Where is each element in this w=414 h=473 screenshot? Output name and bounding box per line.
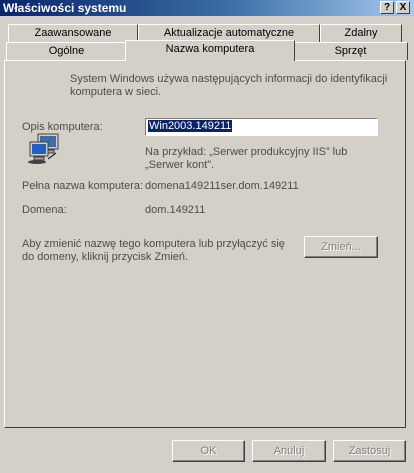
tab-ogolne[interactable]: Ogólne xyxy=(6,42,127,60)
cancel-button[interactable]: Anuluj xyxy=(252,440,326,462)
change-text-line2: do domeny, kliknij przycisk Zmień. xyxy=(22,251,189,263)
info-text-line2: komputera w sieci. xyxy=(70,86,162,98)
domain-value: dom.149211 xyxy=(145,204,206,216)
change-text-line1: Aby zmienić nazwę tego komputera lub prz… xyxy=(22,238,285,250)
window-title: Właściwości systemu xyxy=(3,1,127,15)
apply-button[interactable]: Zastosuj xyxy=(333,440,406,462)
tab-nazwa-komputera[interactable]: Nazwa komputera xyxy=(125,40,295,61)
full-name-value: domena149211ser.dom.149211 xyxy=(145,180,299,192)
apply-button-label: Zastosuj xyxy=(348,445,391,457)
computer-network-icon xyxy=(28,133,59,164)
info-text-line1: System Windows używa następujących infor… xyxy=(70,73,388,85)
tab-sprzet[interactable]: Sprzęt xyxy=(293,42,408,60)
description-label: Opis komputera: xyxy=(22,121,103,133)
tab-zdalny[interactable]: Zdalny xyxy=(320,24,402,42)
ok-button-label: OK xyxy=(200,445,217,457)
full-name-label: Pełna nazwa komputera: xyxy=(22,180,144,192)
description-input[interactable]: Win2003.149211 xyxy=(145,118,378,136)
cancel-button-label: Anuluj xyxy=(273,445,305,457)
change-button-label: Zmień... xyxy=(321,241,361,253)
close-button[interactable]: X xyxy=(396,1,410,14)
ok-button[interactable]: OK xyxy=(172,440,245,462)
tab-zaawansowane[interactable]: Zaawansowane xyxy=(8,24,138,42)
help-button[interactable]: ? xyxy=(380,1,394,14)
description-example-line2: „Serwer kont”. xyxy=(145,159,215,171)
description-example-line1: Na przykład: „Serwer produkcyjny IIS” lu… xyxy=(145,146,348,158)
description-value: Win2003.149211 xyxy=(148,120,233,132)
title-bar: Właściwości systemu ? X xyxy=(0,0,414,16)
change-button[interactable]: Zmień... xyxy=(304,236,378,258)
domain-label: Domena: xyxy=(22,204,67,216)
